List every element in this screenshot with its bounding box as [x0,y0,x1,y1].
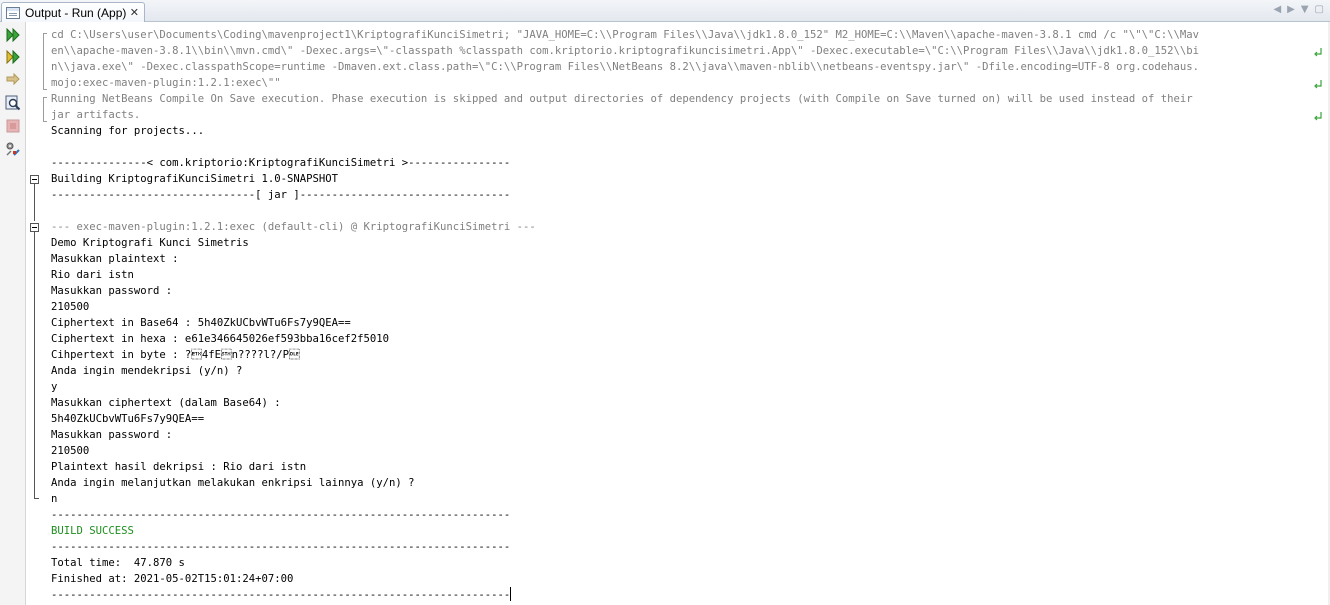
scroll-left-icon[interactable]: ◀ [1273,3,1281,17]
tab-controls: ◀ ▶ ▼ ▢ [1273,3,1324,17]
output-window: Output - Run (App) ✕ ◀ ▶ ▼ ▢ cd C:\Users… [0,0,1330,605]
step-button[interactable] [4,70,22,88]
output-line: Anda ingin mendekripsi (y/n) ? [51,365,243,377]
output-line: ----------------------------------------… [51,541,511,553]
output-line: Rio dari istn [51,269,134,281]
output-line: Scanning for projects... [51,125,205,137]
output-line: Masukkan plaintext : [51,253,179,265]
output-line: Building KriptografiKunciSimetri 1.0-SNA… [51,173,339,185]
output-line: jar artifacts. [51,109,141,121]
inspect-icon [5,95,21,111]
tab-label: Output - Run (App) [25,5,127,20]
rerun-button[interactable] [4,26,22,44]
tab-output-run-app[interactable]: Output - Run (App) ✕ [1,2,145,22]
output-window-icon [6,6,20,19]
output-line: n [51,493,58,505]
output-toolbar [0,22,26,605]
rerun-with-options-icon [6,49,20,65]
output-line: Plaintext hasil dekripsi : Rio dari istn [51,461,307,473]
tab-bar: Output - Run (App) ✕ ◀ ▶ ▼ ▢ [0,0,1330,22]
output-line: cd C:\Users\user\Documents\Coding\mavenp… [51,29,1200,41]
inspect-button[interactable] [4,94,22,112]
output-line: BUILD SUCCESS [51,525,134,537]
fold-toggle-build[interactable] [30,175,39,184]
output-text-area[interactable]: cd C:\Users\user\Documents\Coding\mavenp… [51,27,1313,605]
output-line: 210500 [51,301,90,313]
output-line: ---------------< com.kriptorio:Kriptogra… [51,157,511,169]
output-line: en\\apache-maven-3.8.1\\bin\\mvn.cmd\" -… [51,45,1200,57]
restore-window-icon[interactable]: ▢ [1315,3,1324,17]
info-block-bracket [43,97,47,122]
tab-menu-icon[interactable]: ▼ [1301,3,1309,17]
output-line: 210500 [51,445,90,457]
fold-end [34,498,39,499]
close-icon[interactable]: ✕ [130,7,139,18]
line-wrap-icon [1314,80,1322,89]
rerun-icon [6,27,20,43]
settings-icon [6,142,20,156]
output-line: Masukkan password : [51,285,173,297]
output-line: Anda ingin melanjutkan melakukan enkrips… [51,477,415,489]
line-wrap-icon [1314,112,1322,121]
output-line: Demo Kriptografi Kunci Simetris [51,237,249,249]
output-line: Running NetBeans Compile On Save executi… [51,93,1193,105]
stop-icon [6,119,20,133]
scroll-right-icon[interactable]: ▶ [1287,3,1295,17]
output-line: mojo:exec-maven-plugin:1.2.1:exec\"" [51,77,281,89]
output-line: --- exec-maven-plugin:1.2.1:exec (defaul… [51,221,536,233]
output-line: Ciphertext in hexa : e61e346645026ef593b… [51,333,390,345]
output-line: 5h40ZkUCbvWTu6Fs7y9QEA== [51,413,205,425]
fold-line [34,184,35,221]
output-line: Masukkan password : [51,429,173,441]
fold-toggle-exec[interactable] [30,223,39,232]
settings-button[interactable] [4,140,22,158]
output-line: y [51,381,58,393]
output-line: Ciphertext in Base64 : 5h40ZkUCbvWTu6Fs7… [51,317,351,329]
output-line: Total time: 47.870 s [51,557,185,569]
arrow-right-icon [6,72,20,86]
output-line: ----------------------------------------… [51,509,511,521]
output-line: Cihpertext in byte : ?4fEn????l?/P [51,349,300,361]
command-block-bracket [43,33,47,90]
line-wrap-icon [1314,48,1322,57]
rerun-with-options-button[interactable] [4,48,22,66]
output-line: ----------------------------------------… [51,587,512,601]
output-line: n\\java.exe\" -Dexec.classpathScope=runt… [51,61,1200,73]
output-line: Finished at: 2021-05-02T15:01:24+07:00 [51,573,294,585]
fold-line [34,232,35,498]
output-line: --------------------------------[ jar ]-… [51,189,511,201]
text-cursor [510,587,512,601]
stop-button[interactable] [4,117,22,135]
output-line: Masukkan ciphertext (dalam Base64) : [51,397,281,409]
